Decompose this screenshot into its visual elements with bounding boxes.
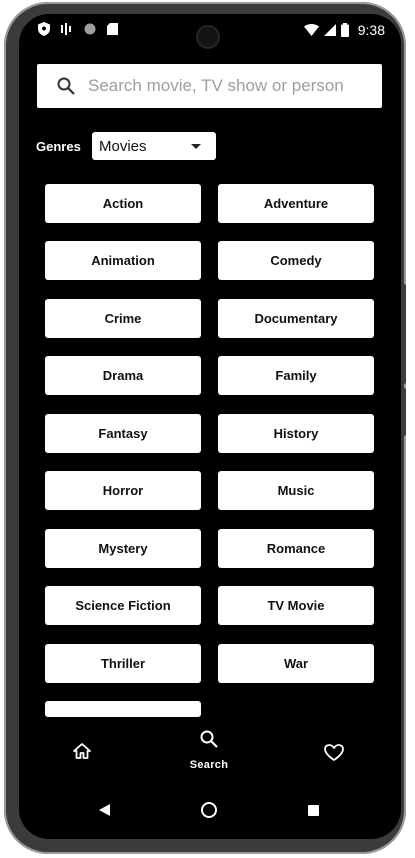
search-input[interactable] [88,76,368,96]
genre-button[interactable]: Fantasy [45,414,201,453]
circle-icon [84,23,96,35]
genre-button[interactable]: Music [218,471,374,510]
genre-button[interactable]: Crime [45,299,201,338]
genre-button[interactable]: Adventure [218,184,374,223]
nav-search-label: Search [189,759,229,771]
genre-button[interactable]: Horror [45,471,201,510]
nav-favorites[interactable] [324,744,344,761]
search-icon [200,730,218,748]
status-time: 9:38 [357,22,385,38]
genre-button[interactable]: Thriller [45,644,201,683]
genre-button[interactable]: Mystery [45,529,201,568]
cellular-icon [323,24,336,36]
genre-button[interactable]: Comedy [218,241,374,280]
back-icon[interactable] [99,804,110,816]
chevron-down-icon [191,143,201,149]
home-icon [73,743,91,759]
front-camera [196,25,220,49]
genre-button[interactable]: Science Fiction [45,586,201,625]
app-screen: 9:38 Genres Movies Action Adventure Anim… [19,14,401,839]
shield-icon [38,22,50,36]
recent-apps-icon[interactable] [308,805,319,816]
genre-button[interactable]: Documentary [218,299,374,338]
battery-icon [340,23,349,37]
wifi-icon [303,24,319,36]
search-bar[interactable] [37,64,382,108]
media-type-dropdown[interactable]: Movies [92,132,216,160]
home-button-icon[interactable] [201,802,217,818]
genres-label: Genres [36,139,81,154]
heart-icon [324,744,344,761]
genre-button-partial[interactable] [45,701,201,717]
signal-bars-icon [61,23,71,35]
system-navigation-bar [19,790,401,830]
genre-button[interactable]: Animation [45,241,201,280]
genre-button[interactable]: History [218,414,374,453]
nav-home[interactable] [73,743,91,759]
genre-button[interactable]: Action [45,184,201,223]
dropdown-selected-value: Movies [99,137,147,155]
search-icon [57,77,75,95]
genre-button[interactable]: TV Movie [218,586,374,625]
genre-button[interactable]: Romance [218,529,374,568]
nav-search[interactable]: Search [187,730,231,771]
sd-card-icon [107,23,118,35]
status-left-icons [38,22,118,36]
phone-frame: 9:38 Genres Movies Action Adventure Anim… [4,2,406,854]
bottom-navigation: Search [19,717,401,787]
genre-button[interactable]: Family [218,356,374,395]
genre-button[interactable]: War [218,644,374,683]
genre-button[interactable]: Drama [45,356,201,395]
status-right-icons: 9:38 [303,22,385,38]
